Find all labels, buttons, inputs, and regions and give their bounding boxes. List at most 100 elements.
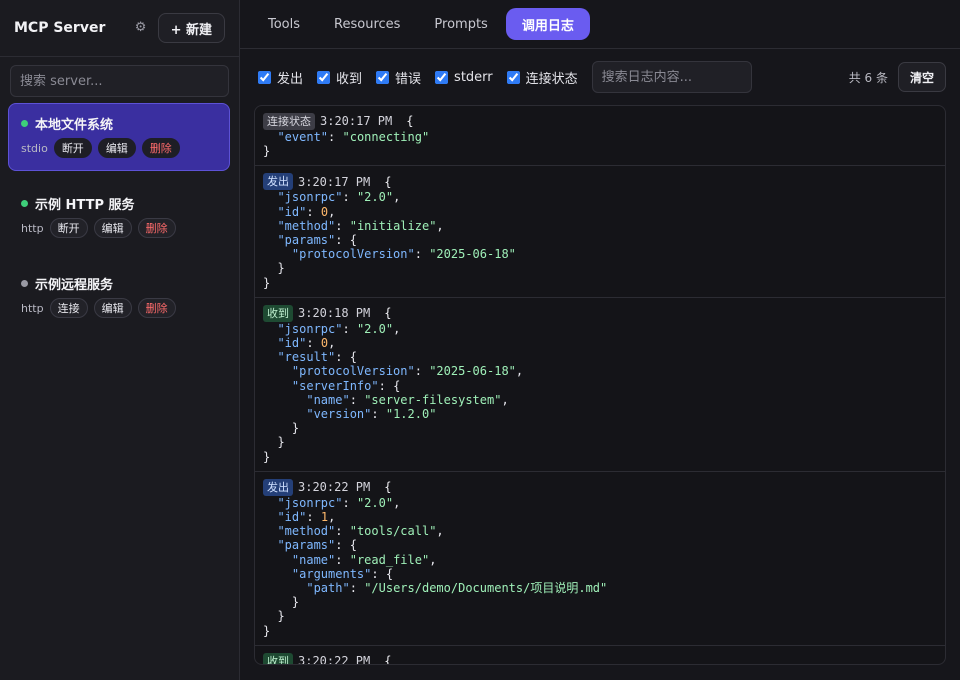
json-open-brace: { [384, 654, 392, 665]
filter-checkbox-input[interactable] [376, 70, 390, 84]
server-search-input[interactable] [10, 65, 229, 97]
server-name-row: 本地文件系统 [21, 114, 217, 133]
filter-label: stderr [454, 69, 493, 85]
filter-label: 错误 [395, 71, 422, 87]
log-entry[interactable]: 收到 3:20:22 PM { [255, 646, 945, 665]
connect-button[interactable]: 连接 [49, 298, 88, 318]
json-line: "event": "connecting" [277, 130, 430, 144]
json-line: } [263, 609, 285, 624]
new-server-button[interactable]: + 新建 [157, 13, 225, 43]
log-entry-header: 发出 3:20:17 PM { [263, 173, 937, 191]
json-line: "jsonrpc": "2.0", [277, 321, 401, 336]
server-item[interactable]: 示例远程服务 http 连接 编辑 删除 [8, 263, 230, 331]
log-badge: 收到 [263, 304, 293, 322]
json-line: "protocolVersion": "2025-06-18", [291, 364, 524, 379]
json-line: } [263, 275, 271, 290]
log-entry[interactable]: 发出 3:20:22 PM { "jsonrpc": "2.0", "id": 1,… [255, 472, 945, 646]
log-entry[interactable]: 收到 3:20:18 PM { "jsonrpc": "2.0", "id": 0,… [255, 298, 945, 472]
log-badge: 连接状态 [263, 113, 315, 130]
filter-checkbox[interactable]: 连接状态 [506, 68, 578, 87]
log-timestamp: 3:20:18 PM [298, 306, 371, 321]
filter-checkbox-input[interactable] [317, 70, 331, 84]
json-line: "serverInfo": { [291, 378, 401, 393]
server-list: 本地文件系统 stdio 断开 编辑 删除 示例 HTTP 服务 http 断开 编辑 删除 示例远… [0, 97, 239, 331]
sidebar: MCP Server ⚙ + 新建 本地文件系统 stdio断开编辑删除示例 HT… [0, 0, 240, 680]
json-line: "id": 0, [277, 204, 336, 219]
filter-label: 发出 [277, 71, 304, 87]
log-timestamp: 3:20:22 PM [298, 654, 371, 665]
json-line: "id": 0, [277, 336, 336, 351]
json-line: "protocolVersion": "2025-06-18" [291, 247, 516, 262]
json-line: "arguments": { [291, 566, 394, 581]
delete-button[interactable]: 删除 [141, 138, 180, 158]
json-line: "version": "1.2.0" [306, 407, 437, 422]
log-entry[interactable]: 连接状态 3:20:17 PM { "event": "connecting"} [255, 106, 945, 167]
edit-button[interactable]: 编辑 [97, 138, 136, 158]
status-dot [21, 119, 28, 127]
log-timestamp: 3:20:17 PM [320, 114, 393, 129]
tab-bar: Tools Resources Prompts 调用日志 [240, 0, 960, 49]
server-item[interactable]: 本地文件系统 stdio 断开 编辑 删除 [8, 103, 230, 171]
delete-button[interactable]: 删除 [137, 298, 176, 318]
delete-button[interactable]: 删除 [137, 218, 176, 238]
json-line: } [263, 421, 300, 436]
server-name: 本地文件系统 [35, 117, 114, 133]
server-name: 示例 HTTP 服务 [35, 197, 135, 213]
filter-label: 收到 [336, 71, 363, 87]
json-open-brace: { [384, 480, 392, 495]
server-type: http [21, 301, 44, 315]
edit-button[interactable]: 编辑 [93, 298, 132, 318]
filter-checkbox[interactable]: 错误 [376, 68, 421, 87]
clear-logs-button[interactable]: 清空 [897, 62, 946, 92]
log-entry-header: 收到 3:20:18 PM { [263, 304, 937, 322]
disconnect-button[interactable]: 断开 [49, 218, 88, 238]
disconnect-button[interactable]: 断开 [53, 138, 92, 158]
json-line: } [263, 435, 285, 450]
json-line: "id": 1, [277, 510, 336, 525]
json-line: "params": { [277, 233, 357, 248]
log-filters: 发出 收到 错误 stderr 连接状态 [258, 68, 592, 87]
json-line: "jsonrpc": "2.0", [277, 495, 401, 510]
log-toolbar: 发出 收到 错误 stderr 连接状态 共 6 条 清空 [240, 49, 960, 105]
log-entry[interactable]: 发出 3:20:17 PM { "jsonrpc": "2.0", "id": 0,… [255, 166, 945, 298]
log-count: 共 6 条 [848, 70, 888, 85]
filter-checkbox-input[interactable] [506, 70, 520, 84]
json-line: "method": "tools/call", [277, 524, 444, 539]
tab-3[interactable]: 调用日志 [505, 8, 590, 40]
json-line: } [263, 595, 300, 610]
server-name: 示例远程服务 [35, 277, 114, 293]
server-actions: http 断开 编辑 删除 [21, 218, 217, 238]
filter-checkbox-input[interactable] [435, 70, 449, 84]
server-item[interactable]: 示例 HTTP 服务 http 断开 编辑 删除 [8, 183, 230, 251]
log-search-input[interactable] [591, 61, 752, 93]
tab-0[interactable]: Tools [252, 8, 316, 40]
tab-2[interactable]: Prompts [418, 8, 503, 40]
sidebar-header: MCP Server ⚙ + 新建 [0, 0, 239, 57]
log-entry-header: 发出 3:20:22 PM { [263, 478, 937, 496]
log-list[interactable]: 连接状态 3:20:17 PM{ "event": "connecting"} 发出… [254, 105, 946, 665]
log-badge: 发出 [263, 173, 293, 191]
status-dot [21, 199, 28, 207]
log-badge: 收到 [263, 652, 293, 664]
json-line: } [263, 261, 285, 276]
log-timestamp: 3:20:17 PM [298, 174, 371, 189]
tab-1[interactable]: Resources [318, 8, 416, 40]
filter-checkbox[interactable]: 发出 [258, 68, 303, 87]
filter-checkbox[interactable]: stderr [435, 70, 493, 85]
json-line: "params": { [277, 538, 357, 553]
filter-checkbox-input[interactable] [258, 70, 271, 84]
sidebar-title: MCP Server [14, 20, 106, 36]
json-line: "name": "read_file", [291, 552, 437, 567]
json-open-brace: { [384, 306, 392, 321]
main-panel: Tools Resources Prompts 调用日志 发出 收到 错误 stderr 连接… [240, 0, 960, 680]
log-badge: 发出 [263, 478, 293, 496]
gear-icon[interactable]: ⚙ [134, 21, 148, 35]
status-dot [21, 279, 28, 287]
json-line: "result": { [277, 350, 357, 365]
json-line: } [263, 144, 271, 159]
server-name-row: 示例 HTTP 服务 [21, 194, 217, 213]
log-entry-header: 连接状态 3:20:17 PM { [263, 113, 937, 130]
server-actions: stdio 断开 编辑 删除 [21, 138, 217, 158]
filter-checkbox[interactable]: 收到 [317, 68, 362, 87]
edit-button[interactable]: 编辑 [93, 218, 132, 238]
